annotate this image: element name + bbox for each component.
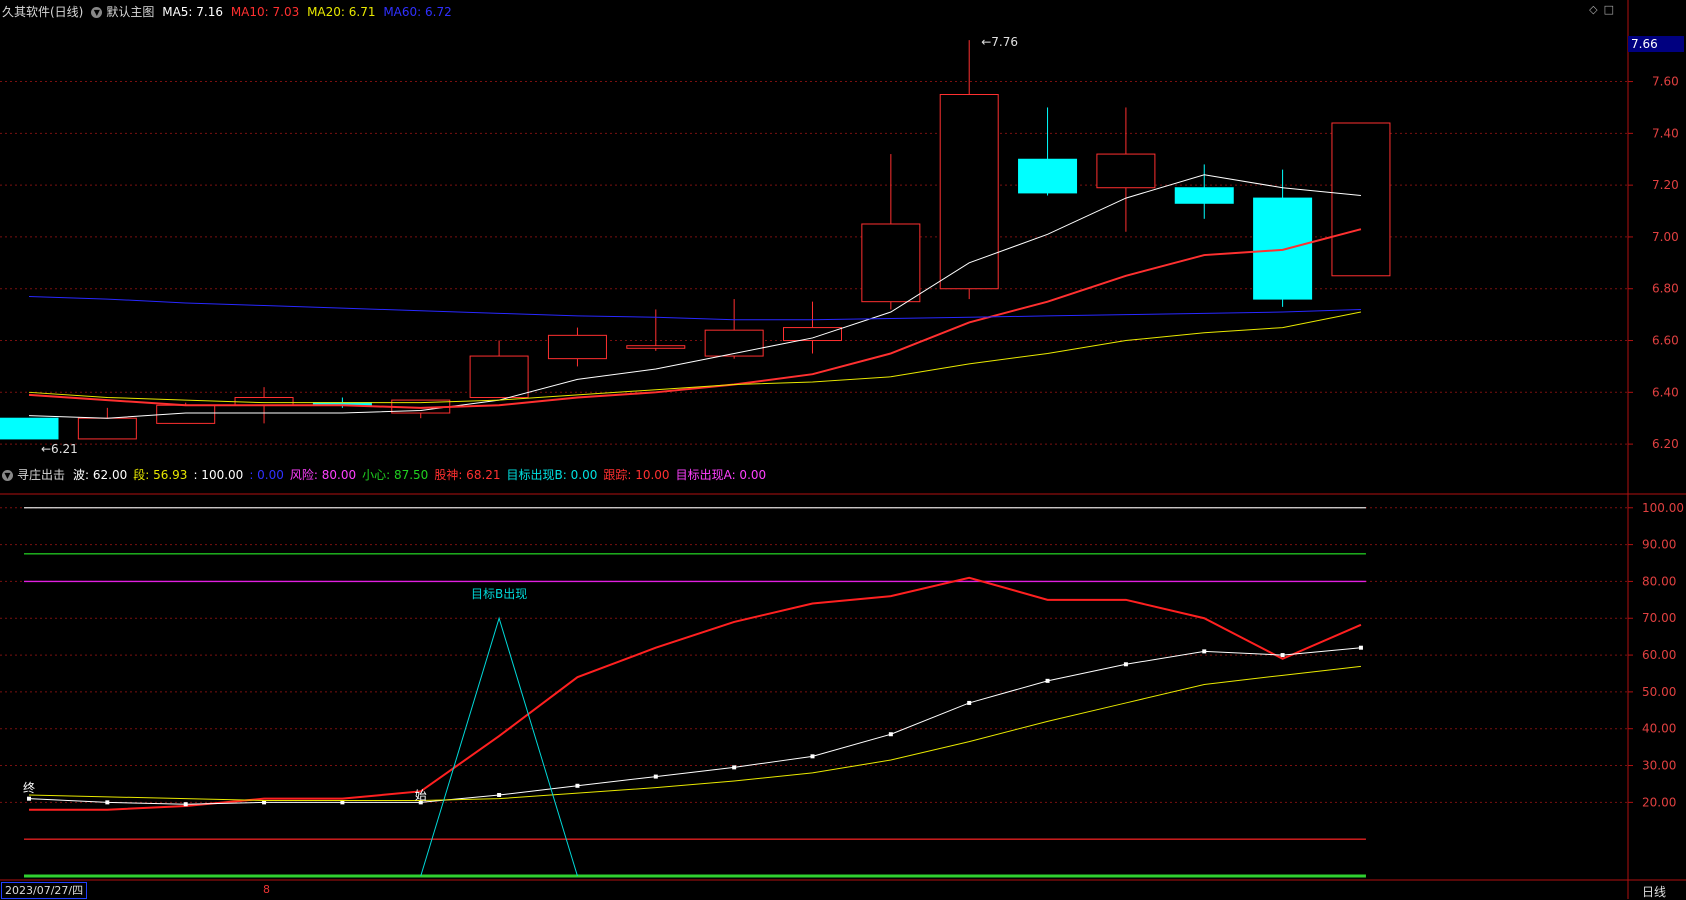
series-marker xyxy=(967,700,972,705)
main-tick-label: 7.20 xyxy=(1652,178,1679,192)
period-label[interactable]: 日线 xyxy=(1642,883,1666,900)
sub-tick-label: 20.00 xyxy=(1642,795,1676,809)
series-marker xyxy=(1202,649,1207,654)
main-header: 久其软件(日线) ▼ 默认主图 MA5: 7.16 MA10: 7.03 MA20:… xyxy=(2,3,456,20)
candle-up xyxy=(234,396,294,406)
price-annotation: ←6.21 xyxy=(41,442,78,456)
diamond-icon[interactable]: ◇ xyxy=(1589,3,1597,16)
main-tick-label: 6.40 xyxy=(1652,385,1679,399)
main-tick-label: 6.80 xyxy=(1652,282,1679,296)
candle-up xyxy=(626,345,686,349)
candle-up xyxy=(547,334,607,360)
template-label[interactable]: 默认主图 xyxy=(106,5,154,19)
series-marker xyxy=(497,792,502,797)
candle-up xyxy=(783,327,842,342)
main-tick-label: 7.40 xyxy=(1652,126,1679,140)
main-tick-label: 6.60 xyxy=(1652,334,1679,348)
main-tick-label: 7.60 xyxy=(1652,75,1679,89)
sub-tick-label: 100.00 xyxy=(1642,501,1684,515)
series-marker xyxy=(1280,653,1285,658)
series-ma5 xyxy=(28,174,1361,419)
sub-tick-label: 80.00 xyxy=(1642,574,1676,588)
date-label: 2023/07/27/四 xyxy=(1,882,88,899)
candle-up xyxy=(1331,122,1391,277)
main-tick-label: 7.00 xyxy=(1652,230,1679,244)
chevron-down-icon[interactable]: ▼ xyxy=(91,7,103,18)
candle-up xyxy=(469,355,529,398)
last-price-label: 7.66 xyxy=(1628,36,1684,52)
indicator-value: 股神: 68.21 xyxy=(434,468,501,482)
indicator-value: 目标出现B: 0.00 xyxy=(506,468,598,482)
indicator-value: 段: 56.93 xyxy=(133,468,188,482)
candle-up xyxy=(704,329,764,357)
series-ma60 xyxy=(28,295,1361,321)
ma60-value: MA60: 6.72 xyxy=(383,5,452,19)
series-marker xyxy=(1123,662,1128,667)
candle-down xyxy=(0,417,59,440)
indicator-series xyxy=(29,576,1362,811)
series-marker xyxy=(653,774,658,779)
series-marker xyxy=(1045,678,1050,683)
indicator-annotation: 终 xyxy=(23,780,35,795)
candle-down xyxy=(1174,187,1234,204)
series-marker xyxy=(810,754,815,759)
sub-tick-label: 30.00 xyxy=(1642,759,1676,773)
candle-up xyxy=(939,94,999,290)
indicator-value: 波: 62.00 xyxy=(73,468,128,482)
series-marker xyxy=(888,732,893,737)
sub-grid: 100.00 90.00 80.00 70.00 60.00 50.00 40.00 30.0… xyxy=(0,501,1684,809)
square-icon[interactable]: □ xyxy=(1604,3,1614,16)
indicator-value: : 0.00 xyxy=(249,468,284,482)
main-tick-label: 6.20 xyxy=(1652,437,1679,451)
candle-up xyxy=(77,417,137,440)
series-marker xyxy=(183,802,188,807)
indicator-series xyxy=(420,616,578,877)
candle-down xyxy=(1018,158,1078,194)
indicator-header: ▼ 寻庄出击 波: 62.00 段: 56.93 : 100.00 : 0.00 风险: 8… xyxy=(2,466,774,483)
sub-tick-label: 70.00 xyxy=(1642,611,1676,625)
ma20-value: MA20: 6.71 xyxy=(307,5,376,19)
main-grid: 7.60 7.40 7.20 7.00 6.80 6.60 6.40 6.20 xyxy=(0,75,1679,451)
indicator-values: 波: 62.00 段: 56.93 : 100.00 : 0.00 风险: 80.00 小… xyxy=(69,468,770,482)
indicator-value: 跟踪: 10.00 xyxy=(603,468,670,482)
series-marker xyxy=(732,765,737,770)
indicator-value: 目标出现A: 0.00 xyxy=(675,468,767,482)
series-marker xyxy=(1358,645,1363,650)
series-marker xyxy=(27,796,31,801)
window-controls: ◇ □ xyxy=(1583,3,1614,16)
ma5-value: MA5: 7.16 xyxy=(162,5,223,19)
series-marker xyxy=(105,800,110,805)
price-annotation: ←7.76 xyxy=(981,35,1018,49)
chart-canvas: 7.60 7.40 7.20 7.00 6.80 6.60 6.40 6.20 ←7.76 ←6… xyxy=(0,0,1686,899)
series-marker xyxy=(575,783,580,788)
chart-frame xyxy=(0,0,1686,899)
chevron-down-icon[interactable]: ▼ xyxy=(2,470,13,481)
indicator-value: 小心: 87.50 xyxy=(362,468,429,482)
month-mark: 8 xyxy=(263,883,270,896)
indicator-annotation: 始 xyxy=(415,788,427,802)
ma10-value: MA10: 7.03 xyxy=(230,5,300,19)
sub-tick-label: 50.00 xyxy=(1642,685,1676,699)
indicator-annotation: 目标B出现 xyxy=(471,587,527,601)
indicator-name[interactable]: 寻庄出击 xyxy=(17,468,65,482)
stock-title[interactable]: 久其软件(日线) xyxy=(2,5,83,19)
indicator-value: 风险: 80.00 xyxy=(289,468,357,482)
candle-up xyxy=(861,223,921,303)
indicator-series xyxy=(28,665,1362,802)
candle-up xyxy=(1096,153,1156,189)
indicator-series xyxy=(28,647,1361,805)
indicator-value: : 100.00 xyxy=(193,468,244,482)
candle-down xyxy=(1253,197,1313,300)
sub-plot[interactable]: 目标B出现终始 xyxy=(23,507,1366,878)
sub-tick-label: 90.00 xyxy=(1642,538,1676,552)
sub-tick-label: 60.00 xyxy=(1642,648,1676,662)
sub-tick-label: 40.00 xyxy=(1642,722,1676,736)
